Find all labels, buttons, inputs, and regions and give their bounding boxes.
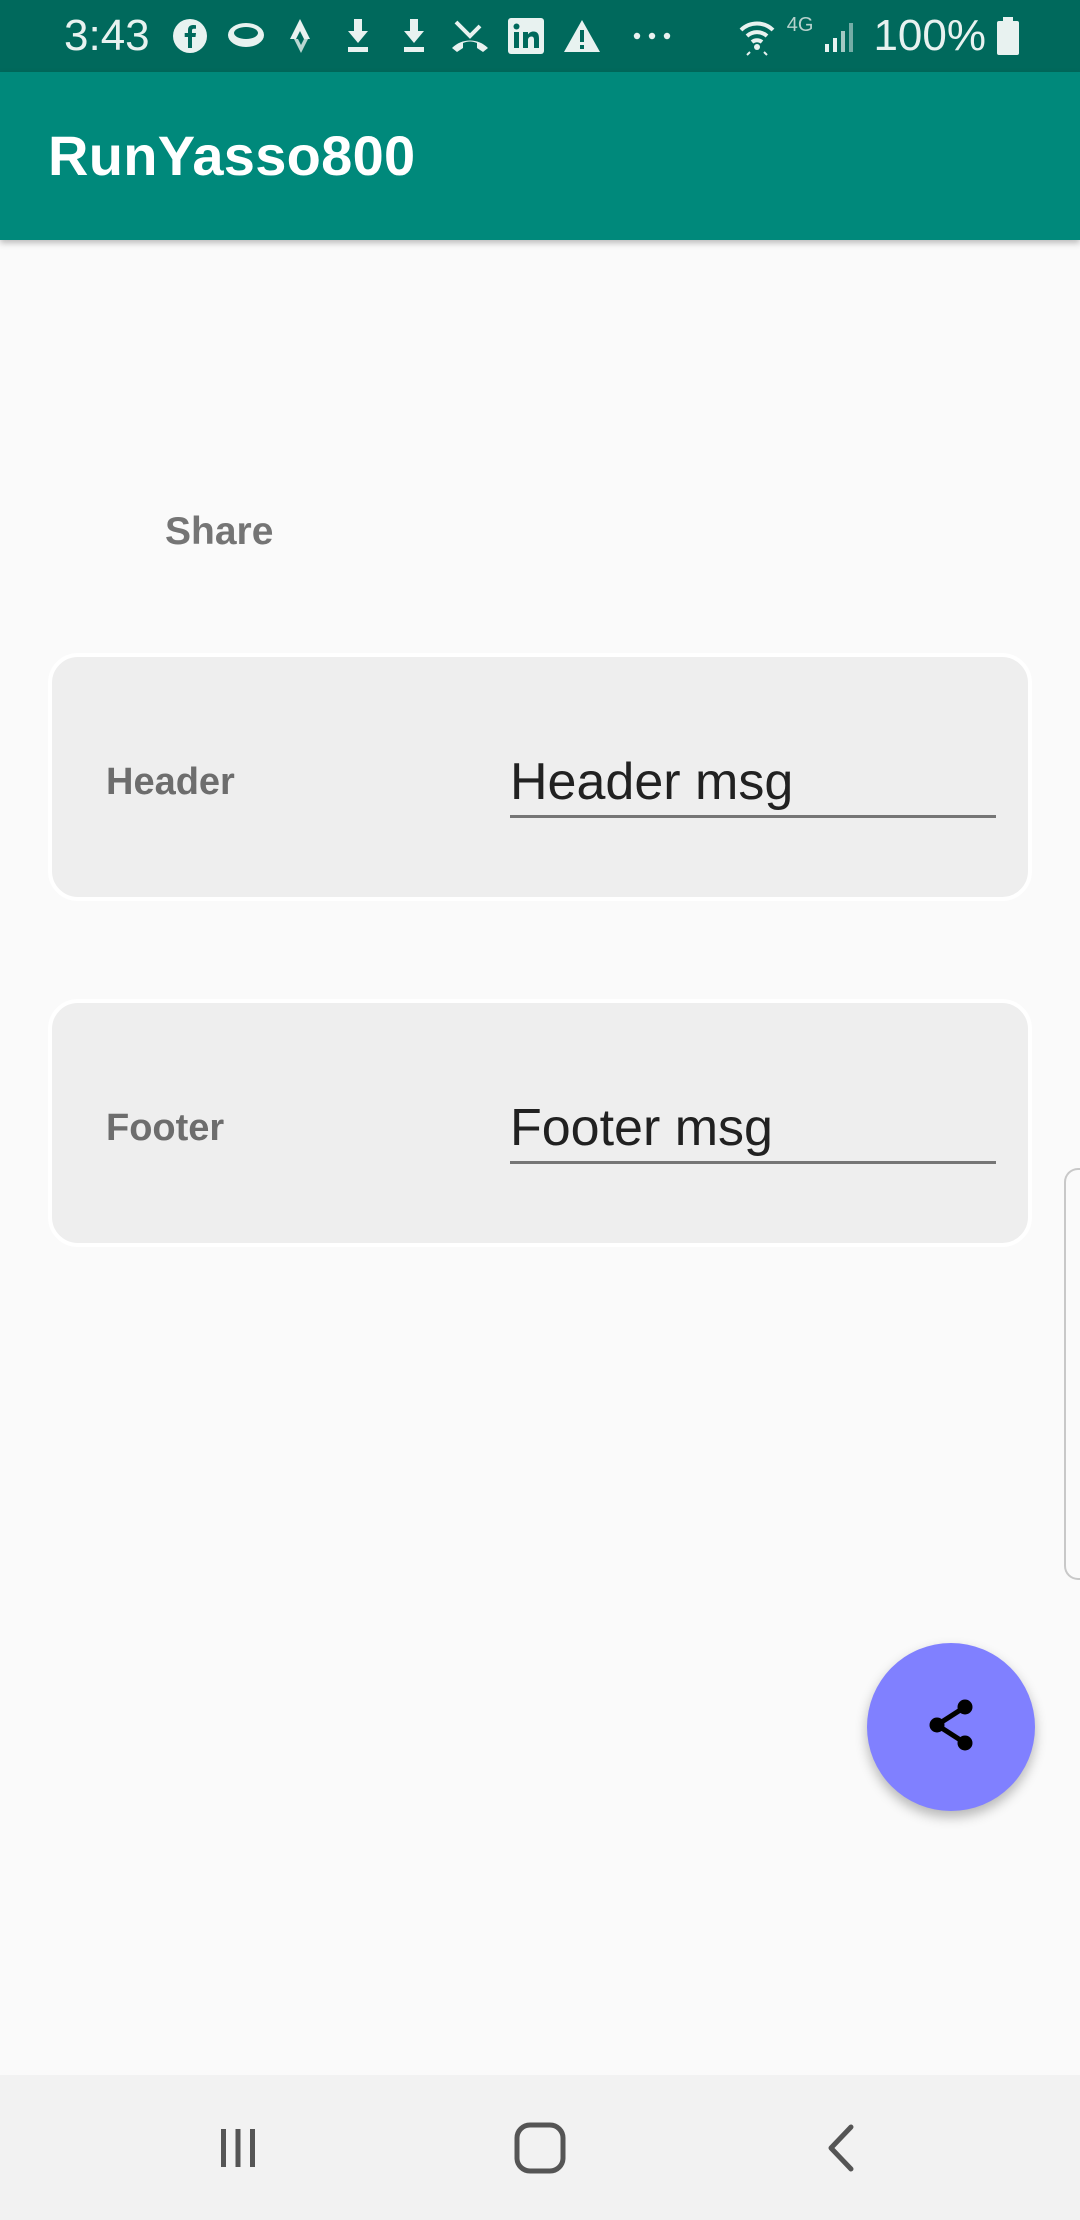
footer-label: Footer	[106, 1107, 225, 1149]
back-button[interactable]	[797, 2105, 887, 2195]
footer-input[interactable]	[510, 1095, 996, 1164]
notification-icons	[170, 14, 688, 58]
navigation-bar	[0, 2075, 1080, 2220]
signal-icon	[823, 18, 859, 54]
footer-card: Footer	[48, 999, 1032, 1247]
app-bar: RunYasso800	[0, 72, 1080, 240]
recents-button[interactable]	[193, 2105, 283, 2195]
header-input[interactable]	[510, 749, 996, 818]
warning-icon	[562, 16, 602, 56]
header-card: Header	[48, 653, 1032, 901]
more-dots-icon	[632, 16, 672, 56]
network-label: 4G	[786, 14, 814, 36]
missed-call-icon	[450, 16, 490, 56]
strava-icon	[282, 16, 322, 56]
home-button[interactable]	[495, 2105, 585, 2195]
system-status-icons: 4G 100%	[727, 12, 1020, 60]
app-title: RunYasso800	[48, 124, 416, 187]
battery-percentage: 100%	[873, 11, 986, 60]
status-time: 3:43	[64, 11, 150, 60]
download-icon	[338, 16, 378, 56]
share-fab-button[interactable]	[867, 1643, 1035, 1811]
facebook-icon	[170, 16, 210, 56]
share-icon	[921, 1695, 981, 1760]
recents-icon	[213, 2123, 263, 2178]
network-4g-icon: 4G	[787, 14, 814, 37]
battery-icon	[996, 16, 1020, 56]
wifi-icon	[737, 16, 777, 56]
header-label: Header	[106, 761, 235, 803]
share-label: Share	[165, 510, 274, 553]
back-icon	[817, 2123, 867, 2178]
status-bar: 3:43 4G 100%	[0, 0, 1080, 72]
home-icon	[513, 2121, 567, 2180]
chat-bubble-icon	[226, 16, 266, 56]
linkedin-icon	[506, 16, 546, 56]
download-icon	[394, 16, 434, 56]
edge-panel-handle[interactable]	[1064, 1168, 1080, 1580]
